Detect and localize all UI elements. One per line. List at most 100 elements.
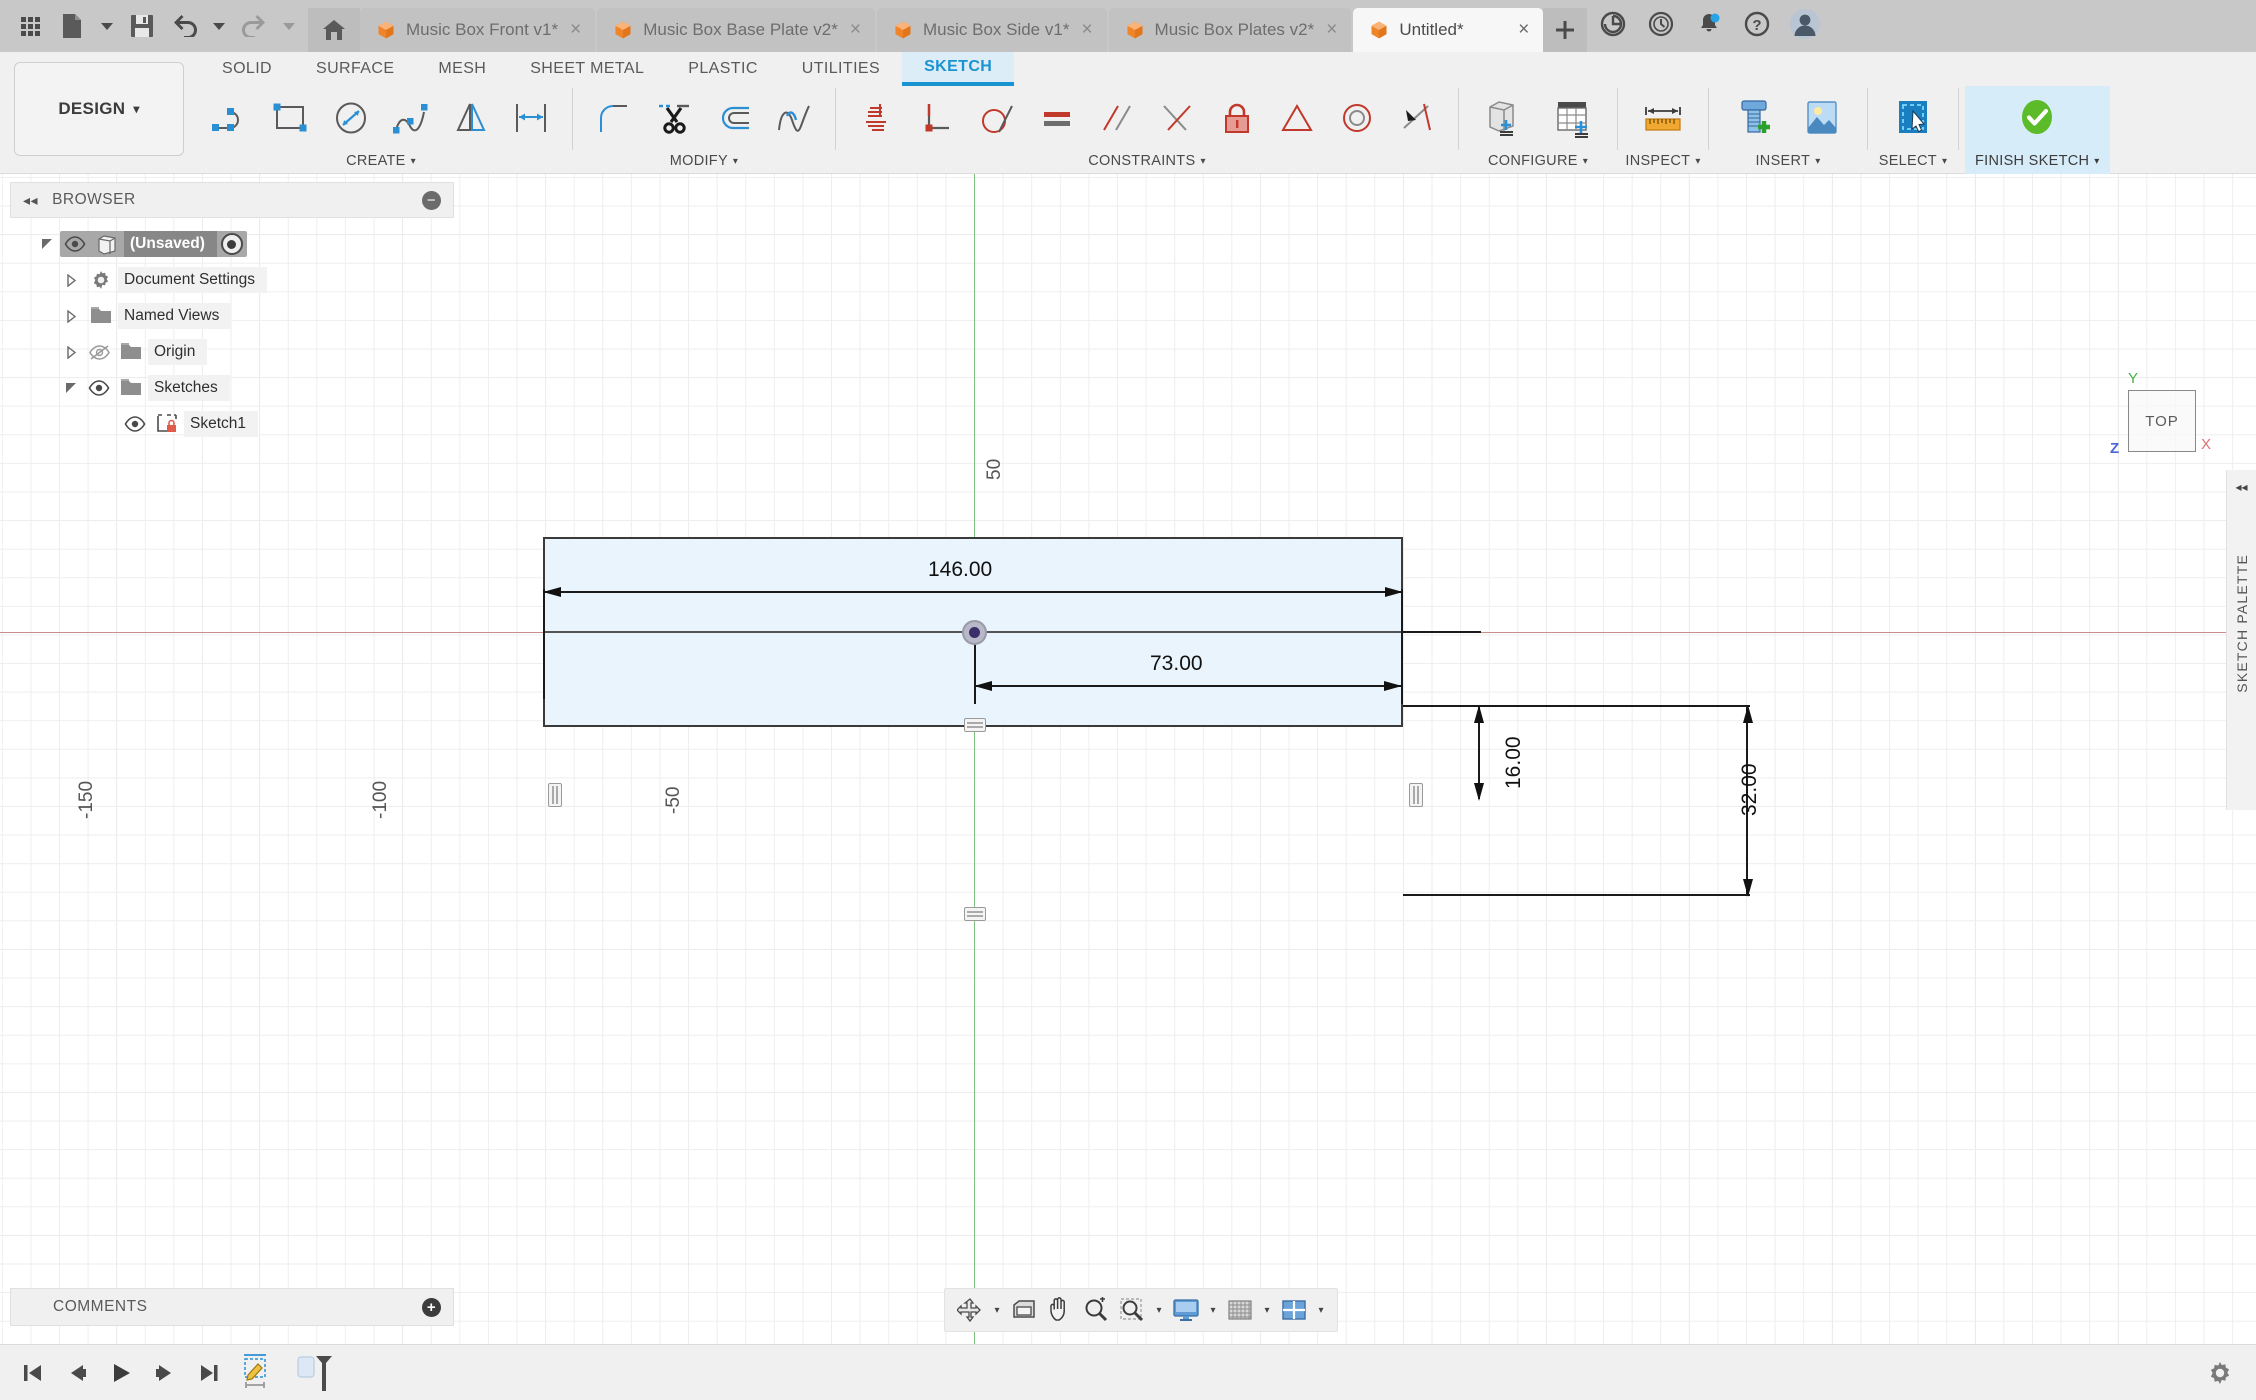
- redo-icon[interactable]: [234, 4, 274, 48]
- parallel-icon[interactable]: [1088, 88, 1146, 148]
- tree-item-sketch1[interactable]: Sketch1: [10, 406, 454, 442]
- workspace-switcher-button[interactable]: DESIGN ▾: [14, 62, 184, 156]
- panel-label-select[interactable]: SELECT ▾: [1879, 150, 1948, 172]
- horizontal-constraint-glyph-top[interactable]: [964, 718, 986, 732]
- minimize-icon[interactable]: −: [422, 191, 441, 210]
- tab-mesh[interactable]: MESH: [416, 52, 508, 86]
- insert-mcmaster-icon[interactable]: [1721, 88, 1787, 148]
- horizontal-constraint-glyph-bottom[interactable]: [964, 907, 986, 921]
- new-document-caret-icon[interactable]: [94, 4, 120, 48]
- offset-icon[interactable]: [705, 88, 763, 148]
- view-cube[interactable]: Y TOP Z X: [2110, 370, 2220, 470]
- configure-model-icon[interactable]: [1471, 88, 1537, 148]
- dim-32-text[interactable]: 32.00: [1738, 763, 1762, 816]
- coincident-icon[interactable]: [848, 88, 906, 148]
- chevron-down-icon[interactable]: ▾: [1259, 1305, 1275, 1316]
- document-tab-2[interactable]: Music Box Side v1* ×: [877, 8, 1107, 52]
- perpendicular-icon[interactable]: [908, 88, 966, 148]
- document-tab-1[interactable]: Music Box Base Plate v2* ×: [597, 8, 875, 52]
- tree-item-origin[interactable]: Origin: [10, 334, 454, 370]
- save-icon[interactable]: [122, 4, 162, 48]
- expander-expanded-icon[interactable]: [58, 382, 84, 395]
- mirror-icon[interactable]: [442, 88, 500, 148]
- fillet-icon[interactable]: [585, 88, 643, 148]
- pan-icon[interactable]: [1043, 1291, 1077, 1329]
- circle-icon[interactable]: [322, 88, 380, 148]
- visibility-eye-icon[interactable]: [120, 416, 150, 432]
- app-grid-icon[interactable]: [10, 4, 50, 48]
- dim-73-text[interactable]: 73.00: [1150, 652, 1203, 676]
- display-settings-icon[interactable]: [1169, 1291, 1203, 1329]
- go-to-beginning-icon[interactable]: [14, 1353, 52, 1393]
- panel-label-modify[interactable]: MODIFY ▾: [670, 150, 739, 172]
- measure-icon[interactable]: [1630, 88, 1696, 148]
- play-icon[interactable]: [102, 1353, 140, 1393]
- tab-sheet-metal[interactable]: SHEET METAL: [508, 52, 666, 86]
- tab-utilities[interactable]: UTILITIES: [780, 52, 902, 86]
- close-icon[interactable]: ×: [1079, 19, 1094, 41]
- document-tab-3[interactable]: Music Box Plates v2* ×: [1109, 8, 1352, 52]
- document-tab-0[interactable]: Music Box Front v1* ×: [360, 8, 595, 52]
- spline-icon[interactable]: [382, 88, 440, 148]
- finish-sketch-icon[interactable]: [2004, 88, 2070, 148]
- sketch-palette-strip[interactable]: ◂◂ SKETCH PALETTE: [2226, 470, 2256, 810]
- viewports-icon[interactable]: [1277, 1291, 1311, 1329]
- expander-expanded-icon[interactable]: [34, 238, 60, 251]
- panel-label-create[interactable]: CREATE ▾: [346, 150, 416, 172]
- panel-finish-sketch[interactable]: FINISH SKETCH ▾: [1965, 86, 2110, 174]
- tangent-icon[interactable]: [968, 88, 1026, 148]
- configure-table-icon[interactable]: [1539, 88, 1605, 148]
- new-tab-button[interactable]: [1543, 8, 1587, 52]
- timeline-marker-icon[interactable]: [292, 1353, 340, 1393]
- dim-146-text[interactable]: 146.00: [928, 558, 992, 582]
- chevron-down-icon[interactable]: ▾: [1151, 1305, 1167, 1316]
- panel-label-insert[interactable]: INSERT ▾: [1755, 150, 1820, 172]
- zoom-window-icon[interactable]: [1115, 1291, 1149, 1329]
- undo-icon[interactable]: [164, 4, 204, 48]
- tab-plastic[interactable]: PLASTIC: [666, 52, 780, 86]
- dimension-icon[interactable]: [502, 88, 560, 148]
- expander-collapsed-icon[interactable]: [58, 346, 84, 359]
- tree-item-document-settings[interactable]: Document Settings: [10, 262, 454, 298]
- step-back-icon[interactable]: [58, 1353, 96, 1393]
- symmetry-icon[interactable]: [1268, 88, 1326, 148]
- close-icon[interactable]: ×: [1324, 19, 1339, 41]
- close-icon[interactable]: ×: [1516, 19, 1531, 41]
- tree-item-named-views[interactable]: Named Views: [10, 298, 454, 334]
- help-icon[interactable]: ?: [1735, 2, 1779, 46]
- tree-item-unsaved[interactable]: (Unsaved): [10, 226, 454, 262]
- tab-surface[interactable]: SURFACE: [294, 52, 416, 86]
- chevron-down-icon[interactable]: ▾: [989, 1305, 1005, 1316]
- redo-caret-icon[interactable]: [276, 4, 302, 48]
- zoom-icon[interactable]: [1079, 1291, 1113, 1329]
- rectangle-icon[interactable]: [262, 88, 320, 148]
- job-status-icon[interactable]: [1639, 2, 1683, 46]
- panel-label-constraints[interactable]: CONSTRAINTS ▾: [1088, 150, 1206, 172]
- undo-caret-icon[interactable]: [206, 4, 232, 48]
- visibility-eye-icon[interactable]: [84, 380, 114, 396]
- tab-sketch[interactable]: SKETCH: [902, 52, 1014, 86]
- grid-snaps-icon[interactable]: [1223, 1291, 1257, 1329]
- horizontal-vertical-icon[interactable]: [1148, 88, 1206, 148]
- extensions-icon[interactable]: [1591, 2, 1635, 46]
- comments-panel[interactable]: COMMENTS +: [10, 1288, 454, 1326]
- concentric-icon[interactable]: [1328, 88, 1386, 148]
- expander-collapsed-icon[interactable]: [58, 310, 84, 323]
- vertical-constraint-glyph-right[interactable]: [1409, 783, 1423, 807]
- add-comment-icon[interactable]: +: [422, 1298, 441, 1317]
- trim-icon[interactable]: [645, 88, 703, 148]
- go-to-end-icon[interactable]: [190, 1353, 228, 1393]
- chevron-down-icon[interactable]: ▾: [1313, 1305, 1329, 1316]
- look-at-icon[interactable]: [1007, 1291, 1041, 1329]
- equal-icon[interactable]: [1028, 88, 1086, 148]
- collapse-left-icon[interactable]: ◂◂: [2235, 480, 2247, 494]
- activate-component-radio[interactable]: [221, 233, 243, 255]
- account-avatar[interactable]: [1783, 2, 1827, 46]
- collapse-left-icon[interactable]: ◂◂: [23, 192, 38, 209]
- vertical-constraint-glyph-left[interactable]: [548, 783, 562, 807]
- tree-item-sketches[interactable]: Sketches: [10, 370, 454, 406]
- close-icon[interactable]: ×: [568, 19, 583, 41]
- notifications-icon[interactable]: [1687, 2, 1731, 46]
- dim-16-text[interactable]: 16.00: [1502, 736, 1526, 789]
- break-icon[interactable]: [765, 88, 823, 148]
